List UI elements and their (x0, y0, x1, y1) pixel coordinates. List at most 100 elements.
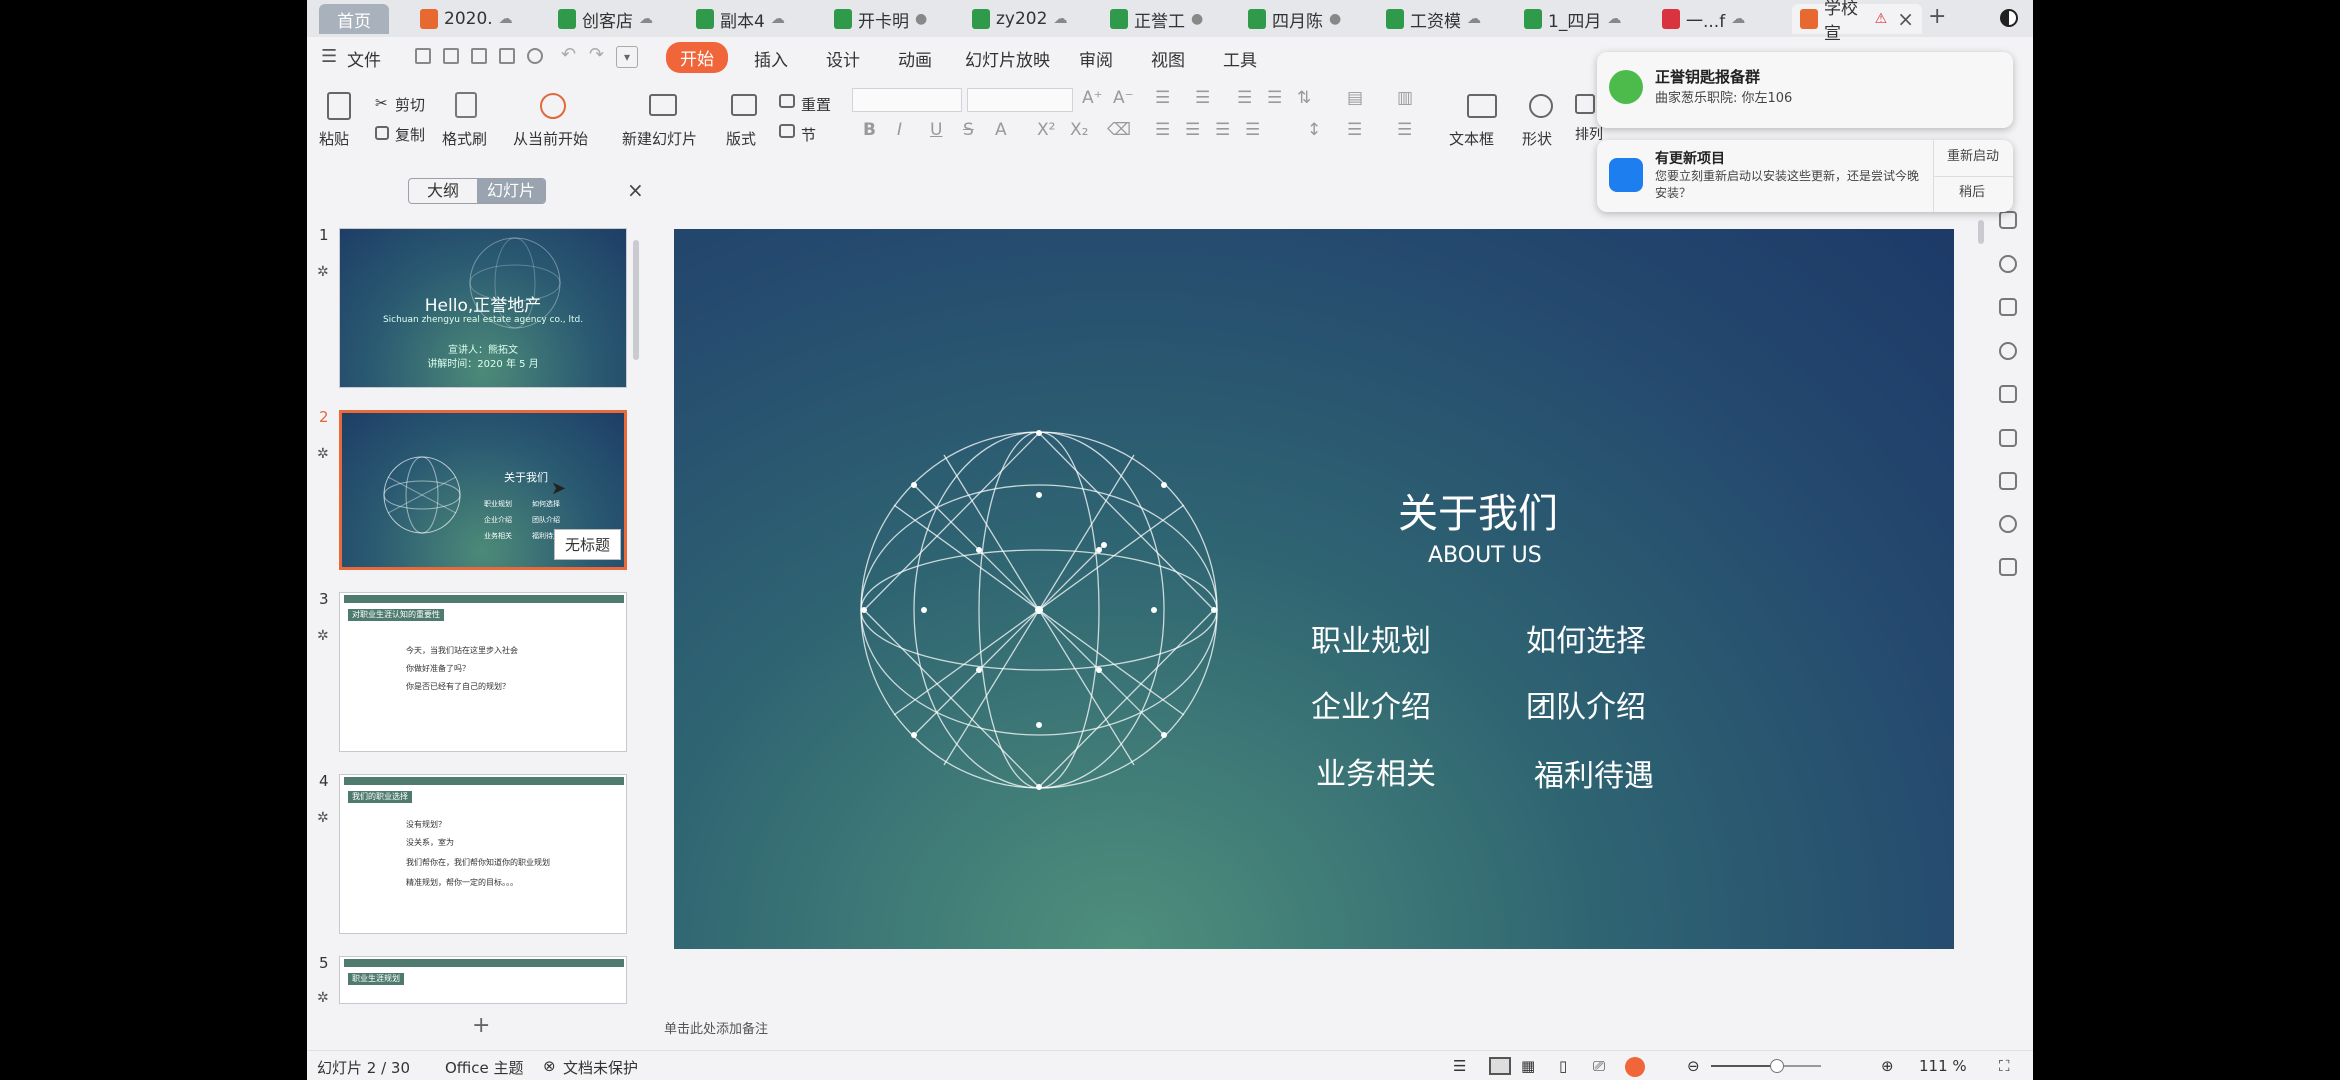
italic-icon[interactable]: I (897, 120, 902, 140)
tab-document[interactable]: zy202 ☁ (964, 4, 1082, 34)
picture-icon[interactable] (1575, 94, 1595, 114)
fit-window-icon[interactable]: ⛶ (1999, 1057, 2010, 1075)
paste-button[interactable]: 粘贴 (319, 128, 349, 149)
zoom-level[interactable]: 111 % (1919, 1057, 1967, 1075)
menu-tools[interactable]: 工具 (1223, 46, 1257, 71)
tab-document[interactable]: 工资模 ☁ (1378, 4, 1496, 34)
reading-view-icon[interactable]: ▯ (1559, 1057, 1567, 1075)
font-color-icon[interactable]: A (995, 120, 1007, 140)
slide-item[interactable]: 业务相关 (1316, 749, 1436, 793)
slide-item[interactable]: 福利待遇 (1534, 751, 1654, 795)
distribute-icon[interactable]: ☰ (1397, 120, 1412, 140)
slide-thumbnail-4[interactable]: 我们的职业选择 没有规划？ 没关系，室为 我们帮你在，我们帮你知道你的职业规划 … (339, 774, 627, 934)
tab-document[interactable]: 1_四月 ☁ (1516, 4, 1634, 34)
slide-item[interactable]: 企业介绍 (1311, 682, 1431, 726)
quick-access-dropdown-icon[interactable]: ▾ (616, 46, 638, 68)
zoom-slider[interactable] (1711, 1059, 1821, 1073)
format-painter-icon[interactable] (455, 92, 477, 118)
menu-slideshow[interactable]: 幻灯片放映 (965, 46, 1050, 71)
menu-animation[interactable]: 动画 (898, 46, 932, 71)
subscript-icon[interactable]: X₂ (1070, 120, 1088, 140)
clear-format-icon[interactable]: ⌫ (1107, 120, 1131, 140)
new-slide-icon[interactable] (649, 94, 677, 116)
layers-icon[interactable] (1999, 385, 2017, 403)
zoom-in-icon[interactable]: ⊕ (1881, 1057, 1894, 1075)
menu-review[interactable]: 审阅 (1079, 46, 1113, 71)
later-button[interactable]: 稍后 (1959, 184, 1985, 201)
slide-subtitle[interactable]: ABOUT US (1428, 543, 1542, 568)
decrease-indent-icon[interactable]: ☰ (1237, 88, 1252, 108)
image-icon[interactable] (1999, 558, 2017, 576)
cut-button[interactable]: 剪切 (395, 94, 425, 115)
copy-style-icon[interactable] (1999, 211, 2017, 229)
sorter-view-icon[interactable]: ▦ (1521, 1057, 1535, 1075)
line-spacing-icon[interactable]: ↕ (1307, 120, 1321, 140)
font-size-select[interactable] (967, 88, 1073, 112)
slide-item[interactable]: 团队介绍 (1526, 682, 1646, 726)
shrink-font-icon[interactable]: A⁻ (1113, 88, 1134, 108)
section-button[interactable]: 节 (801, 124, 816, 145)
tab-document[interactable]: 创客店 ☁ (550, 4, 668, 34)
layout-button[interactable]: 版式 (726, 128, 756, 149)
align-center-icon[interactable]: ☰ (1185, 120, 1200, 140)
play-slideshow-icon[interactable] (1625, 1057, 1645, 1077)
wechat-notification[interactable]: 正誉钥匙报备群 曲家葱乐职院: 你左106 (1597, 52, 2013, 128)
history-icon[interactable] (1999, 515, 2017, 533)
underline-icon[interactable]: U (930, 120, 942, 140)
tab-document[interactable]: 开卡明 ● (826, 4, 944, 34)
tab-document[interactable]: 副本4 ☁ (688, 4, 806, 34)
format-painter-button[interactable]: 格式刷 (442, 128, 487, 149)
shape-icon[interactable] (1529, 94, 1553, 118)
slide-thumbnail-1[interactable]: Hello,正誉地产 Sichuan zhengyu real estate a… (339, 228, 627, 388)
open-icon[interactable] (415, 48, 431, 64)
strikethrough-icon[interactable]: S (963, 120, 974, 140)
grow-font-icon[interactable]: A⁺ (1082, 88, 1103, 108)
restart-button[interactable]: 重新启动 (1947, 148, 1999, 165)
play-icon[interactable] (540, 93, 566, 119)
tab-document[interactable]: 一...f ☁ (1654, 4, 1772, 34)
align-right-icon[interactable]: ☰ (1215, 120, 1230, 140)
thumbnail-scrollbar[interactable] (633, 240, 639, 360)
increase-indent-icon[interactable]: ☰ (1267, 88, 1282, 108)
copy-button[interactable]: 复制 (395, 124, 425, 145)
save-icon[interactable] (443, 48, 459, 64)
tab-document[interactable]: 四月陈 ● (1240, 4, 1358, 34)
update-notification[interactable]: 有更新项目 您要立刻重新启动以安装这些更新，还是尝试今晚安装？ 重新启动 稍后 (1597, 140, 2013, 212)
justify-icon[interactable]: ☰ (1245, 120, 1260, 140)
column-icon[interactable]: ▥ (1397, 88, 1413, 108)
notes-toggle-icon[interactable]: ☰ (1453, 1057, 1466, 1075)
zoom-slider-thumb[interactable] (1770, 1059, 1784, 1073)
tab-document[interactable]: 2020. ☁ (412, 4, 530, 34)
numbered-list-icon[interactable]: ☰ (1195, 88, 1210, 108)
font-name-select[interactable] (852, 88, 962, 112)
canvas-scrollbar[interactable] (1978, 220, 1984, 244)
hamburger-icon[interactable]: ☰ (321, 46, 337, 67)
menu-view[interactable]: 视图 (1151, 46, 1185, 71)
text-direction-icon[interactable]: ⇅ (1297, 88, 1311, 108)
play-from-current-button[interactable]: 从当前开始 (513, 128, 588, 149)
new-tab-icon[interactable]: + (1928, 4, 1946, 29)
tab-home[interactable]: 首页 (319, 4, 389, 34)
tab-document-active[interactable]: 学校宣 ⚠ × (1792, 0, 1922, 44)
tab-document[interactable]: 正誉工 ● (1102, 4, 1220, 34)
triangle-tool-icon[interactable] (1999, 298, 2017, 316)
theme-toggle-icon[interactable] (2000, 9, 2018, 27)
redo-icon[interactable]: ↷ (589, 44, 604, 65)
slide-thumbnail-3[interactable]: 对职业生涯认知的重要性 今天，当我们站在这里步入社会 你做好准备了吗？ 你是否已… (339, 592, 627, 752)
zoom-out-icon[interactable]: ⊖ (1687, 1057, 1700, 1075)
bullet-list-icon[interactable]: ☰ (1155, 88, 1170, 108)
tab-outline[interactable]: 大纲 (409, 179, 477, 203)
align-left-icon[interactable]: ☰ (1155, 120, 1170, 140)
layout-icon[interactable] (731, 94, 757, 116)
menu-start[interactable]: 开始 (666, 42, 728, 73)
slide-item[interactable]: 如何选择 (1526, 616, 1646, 660)
menu-design[interactable]: 设计 (826, 46, 860, 71)
paste-icon[interactable] (327, 92, 351, 120)
reset-button[interactable]: 重置 (801, 94, 831, 115)
shape-button[interactable]: 形状 (1522, 128, 1552, 149)
bold-icon[interactable]: B (863, 120, 876, 140)
new-slide-button[interactable]: 新建幻灯片 (622, 128, 697, 149)
paragraph-spacing-icon[interactable]: ☰ (1347, 120, 1362, 140)
arrange-button[interactable]: 排列 (1575, 124, 1603, 144)
menu-insert[interactable]: 插入 (754, 46, 788, 71)
